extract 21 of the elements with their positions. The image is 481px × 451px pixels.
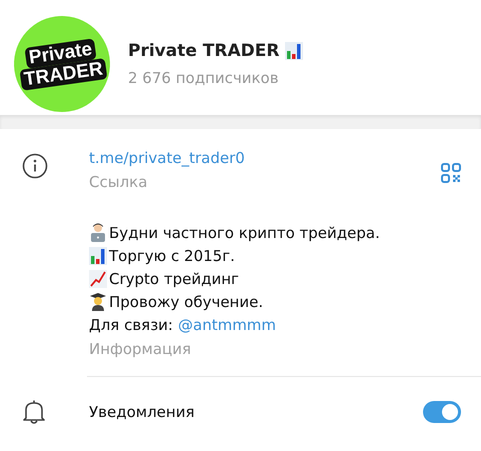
contact-link[interactable]: @antmmmm [178, 316, 276, 334]
person-laptop-icon [89, 222, 107, 242]
bar-chart-icon [285, 41, 304, 61]
description-line: Crypto трейдинг [109, 270, 239, 288]
subscriber-count: 2 676 подписчиков [128, 69, 280, 87]
trend-chart-icon [89, 268, 107, 288]
description-line: Торгую с 2015г. [109, 246, 235, 264]
description-line: Провожу обучение. [109, 292, 264, 310]
link-caption: Ссылка [89, 173, 148, 191]
graduate-icon [89, 292, 107, 312]
notifications-toggle[interactable] [423, 401, 461, 423]
description-line: Будни частного крипто трейдера. [109, 224, 380, 242]
channel-title: Private TRADER [128, 41, 280, 61]
qr-code-icon[interactable] [441, 163, 461, 183]
channel-link[interactable]: t.me/private_trader0 [89, 149, 441, 167]
contact-label: Для связи: [89, 316, 173, 334]
notifications-label: Уведомления [89, 403, 196, 421]
bell-icon [22, 399, 46, 425]
info-caption: Информация [89, 340, 192, 358]
info-icon [22, 153, 48, 179]
bar-chart-icon [89, 246, 107, 266]
